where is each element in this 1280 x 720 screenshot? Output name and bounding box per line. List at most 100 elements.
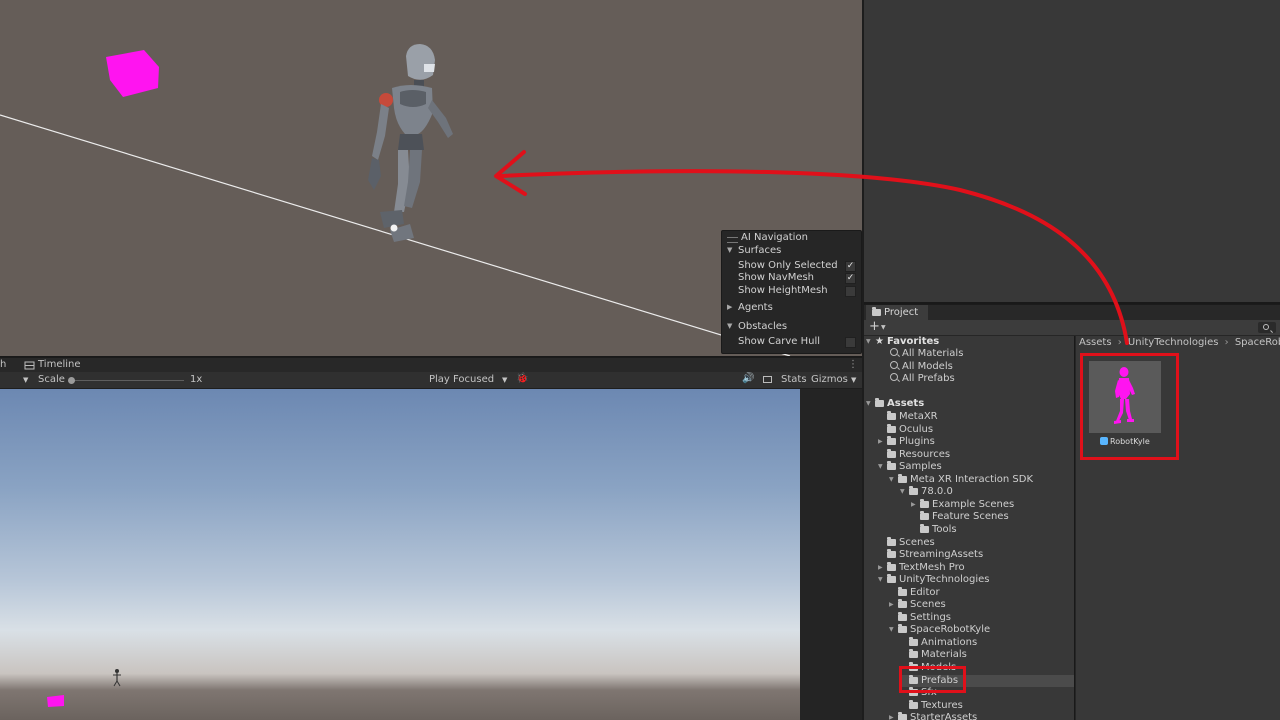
tree-folder-textmesh-pro[interactable]: ▶ TextMesh Pro <box>878 561 965 574</box>
tree-folder-scenes[interactable]: Scenes <box>878 536 935 549</box>
project-folder-tree[interactable]: ▼ ★ Favorites All Materials All Models All… <box>864 336 1074 720</box>
expand-arrow-icon[interactable]: ▶ <box>878 436 887 448</box>
folder-icon <box>898 599 907 609</box>
scale-slider-thumb[interactable] <box>68 377 75 384</box>
folder-icon <box>909 649 918 659</box>
tree-folder-streamingassets[interactable]: StreamingAssets <box>878 549 983 561</box>
audio-icon[interactable]: 🔊 <box>742 372 754 386</box>
tree-folder-label: Textures <box>921 699 963 711</box>
game-toolbar: ▼ Scale 1x Play Focused ▼ 🐞 🔊 Stats Gizm… <box>0 372 862 389</box>
drag-grip-icon[interactable] <box>727 237 738 243</box>
display-dropdown-icon[interactable]: ▼ <box>23 373 28 387</box>
ai-navigation-overlay: AI Navigation ▼ Surfaces Show Only Selec… <box>721 230 862 354</box>
agents-foldout[interactable]: Agents <box>738 302 861 314</box>
favorite-label: All Prefabs <box>902 373 955 384</box>
display-stats-icon[interactable] <box>763 376 772 383</box>
collapse-arrow-icon[interactable]: ▼ <box>889 474 898 486</box>
tree-folder-meta-xr-interaction-sdk[interactable]: ▼ Meta XR Interaction SDK <box>889 473 1034 486</box>
add-button[interactable]: + <box>869 320 880 334</box>
expand-arrow-icon[interactable]: ▶ <box>878 562 887 574</box>
tree-folder-label: TextMesh Pro <box>899 561 965 573</box>
tab-timeline[interactable]: Timeline <box>38 358 81 372</box>
favorites-label: Favorites <box>886 336 940 347</box>
scene-view[interactable]: AI Navigation ▼ Surfaces Show Only Selec… <box>0 0 862 356</box>
folder-icon <box>920 523 929 533</box>
tree-folder-example-scenes[interactable]: ▶ Example Scenes <box>911 498 1015 511</box>
stats-button[interactable]: Stats <box>781 373 807 387</box>
tree-folder-label: Editor <box>910 586 940 598</box>
tree-folder-scenes[interactable]: ▶ Scenes <box>889 599 946 611</box>
play-mode-dropdown[interactable]: Play Focused <box>429 373 494 387</box>
obstacles-foldout[interactable]: Obstacles <box>738 321 861 333</box>
favorites-header[interactable]: ▼ ★ Favorites <box>866 336 939 348</box>
assets-root[interactable]: ▼ Assets <box>866 398 924 410</box>
show-carve-hull-label: Show Carve Hull <box>738 336 821 347</box>
tree-folder-textures[interactable]: Textures <box>900 699 963 712</box>
obstacles-collapse-icon[interactable]: ▼ <box>727 322 732 330</box>
folder-icon <box>887 574 896 584</box>
favorite-all-models[interactable]: All Models <box>890 361 953 373</box>
favorite-all-materials[interactable]: All Materials <box>890 348 963 360</box>
magenta-cube <box>106 50 159 97</box>
tree-folder-starterassets[interactable]: ▶ StarterAssets <box>889 712 977 720</box>
favorites-collapse-icon[interactable]: ▼ <box>866 336 875 348</box>
folder-icon <box>887 549 896 559</box>
search-field[interactable] <box>1258 322 1276 333</box>
show-carve-hull-checkbox[interactable] <box>845 337 856 348</box>
tree-folder-label: Meta XR Interaction SDK <box>910 473 1034 485</box>
expand-arrow-icon[interactable]: ▶ <box>911 499 920 511</box>
show-heightmesh-checkbox[interactable] <box>845 286 856 297</box>
tree-folder-animations[interactable]: Animations <box>900 636 977 649</box>
tree-folder-unitytechnologies[interactable]: ▼ UnityTechnologies <box>878 574 990 586</box>
more-options-icon[interactable]: ⋮ <box>848 358 858 372</box>
surfaces-collapse-icon[interactable]: ▼ <box>727 246 732 254</box>
bug-icon[interactable]: 🐞 <box>516 372 528 386</box>
folder-icon <box>872 307 881 316</box>
search-icon <box>890 348 898 356</box>
tree-folder-settings[interactable]: Settings <box>889 611 952 624</box>
collapse-arrow-icon[interactable]: ▼ <box>889 624 898 636</box>
tree-folder-oculus[interactable]: Oculus <box>878 423 934 436</box>
folder-icon <box>920 498 929 508</box>
collapse-arrow-icon[interactable]: ▼ <box>878 461 887 473</box>
expand-arrow-icon[interactable]: ▶ <box>889 712 898 720</box>
breadcrumb-unitytechnologies[interactable]: UnityTechnologies <box>1128 337 1219 348</box>
robot-kyle-model <box>368 44 453 242</box>
breadcrumb-assets[interactable]: Assets <box>1079 337 1112 348</box>
gizmos-chevron-icon[interactable]: ▼ <box>851 373 856 387</box>
tree-folder-label: Settings <box>910 611 952 623</box>
folder-icon <box>909 486 918 496</box>
expand-arrow-icon[interactable]: ▶ <box>889 599 898 611</box>
show-only-selected-checkbox[interactable]: ✓ <box>845 261 856 272</box>
tree-folder-feature-scenes[interactable]: Feature Scenes <box>911 511 1009 523</box>
tree-folder-samples[interactable]: ▼ Samples <box>878 461 942 473</box>
surfaces-foldout[interactable]: Surfaces <box>738 245 861 257</box>
tree-folder-editor[interactable]: Editor <box>889 586 940 599</box>
tree-folder-metaxr[interactable]: MetaXR <box>878 411 938 423</box>
show-navmesh-checkbox[interactable]: ✓ <box>845 273 856 284</box>
tree-folder-label: Example Scenes <box>932 498 1015 510</box>
folder-icon <box>898 586 907 596</box>
gizmos-button[interactable]: Gizmos <box>811 373 848 387</box>
favorite-all-prefabs[interactable]: All Prefabs <box>890 373 955 385</box>
graph-tab-fragment[interactable]: h <box>0 358 6 372</box>
tree-folder-tools[interactable]: Tools <box>911 523 957 536</box>
add-dropdown-icon[interactable]: ▼ <box>881 321 886 335</box>
game-view[interactable] <box>0 389 800 720</box>
breadcrumb-spacerobotkyle[interactable]: SpaceRobotK <box>1235 337 1280 348</box>
breadcrumb: Assets › UnityTechnologies › SpaceRobotK <box>1079 336 1280 350</box>
assets-collapse-icon[interactable]: ▼ <box>866 398 875 410</box>
tree-folder-materials[interactable]: Materials <box>900 649 967 661</box>
play-mode-chevron-icon[interactable]: ▼ <box>502 373 507 387</box>
collapse-arrow-icon[interactable]: ▼ <box>900 486 909 498</box>
scale-slider-track[interactable] <box>72 380 184 381</box>
tab-project[interactable]: Project <box>866 305 928 320</box>
tree-folder-plugins[interactable]: ▶ Plugins <box>878 436 935 448</box>
collapse-arrow-icon[interactable]: ▼ <box>878 574 887 586</box>
folder-icon <box>887 436 896 446</box>
agents-expand-icon[interactable]: ▶ <box>727 303 732 311</box>
tree-folder-resources[interactable]: Resources <box>878 448 950 461</box>
tree-folder-spacerobotkyle[interactable]: ▼ SpaceRobotKyle <box>889 624 990 636</box>
tree-folder-78-0-0[interactable]: ▼ 78.0.0 <box>900 486 953 498</box>
tree-folder-label: Oculus <box>899 423 934 435</box>
